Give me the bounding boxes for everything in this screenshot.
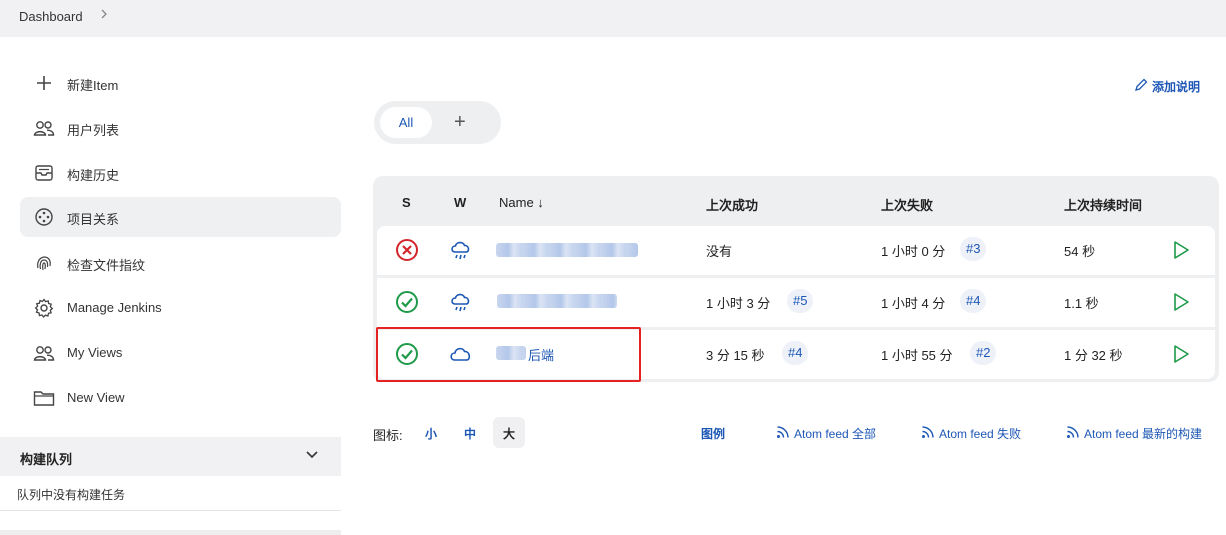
build-queue-empty-text: 队列中没有构建任务 <box>17 488 126 502</box>
sidebar-item-label: My Views <box>67 345 123 360</box>
last-failure-time: 1 小时 55 分 <box>881 348 953 363</box>
tab-all[interactable]: All <box>380 107 432 138</box>
gear-icon <box>32 297 56 319</box>
last-success-build-link[interactable]: #4 <box>782 341 809 365</box>
last-failure-build-link[interactable]: #3 <box>960 237 987 261</box>
last-success-time: 没有 <box>706 244 733 259</box>
icon-size-small[interactable]: 小 <box>425 425 437 442</box>
sidebar-next-section <box>0 530 341 535</box>
rss-icon <box>776 425 790 442</box>
failed-status-icon <box>395 238 419 265</box>
add-description-label: 添加说明 <box>1152 80 1201 94</box>
inbox-icon <box>32 162 56 184</box>
sidebar-item-manage-jenkins[interactable]: Manage Jenkins <box>20 288 341 328</box>
highlight-box <box>376 327 641 382</box>
fingerprint-icon <box>32 252 56 274</box>
rain-cloud-icon <box>448 289 474 318</box>
last-failure-build-link[interactable]: #4 <box>960 289 987 313</box>
atom-feed-latest-label: Atom feed 最新的构建 <box>1084 427 1203 441</box>
sidebar-item-label: Manage Jenkins <box>67 300 162 315</box>
project-relationship-icon <box>32 206 56 228</box>
column-header-last-duration[interactable]: 上次持续时间 <box>1064 195 1142 214</box>
last-failure-time: 1 小时 4 分 <box>881 296 946 311</box>
sidebar-item-label: 构建历史 <box>67 168 120 183</box>
redacted-job-name[interactable] <box>496 243 638 257</box>
last-success-build-link[interactable]: #5 <box>787 289 814 313</box>
sidebar-item-project-relationship[interactable]: 项目关系 <box>20 197 341 237</box>
breadcrumb: Dashboard <box>0 0 1226 37</box>
plus-icon <box>32 72 56 94</box>
users-icon <box>32 342 56 364</box>
sidebar-item-label: New View <box>67 390 125 405</box>
add-description-link[interactable]: 添加说明 <box>1134 78 1200 95</box>
chevron-right-icon[interactable] <box>99 7 109 25</box>
build-now-play-icon[interactable] <box>1172 292 1190 315</box>
success-status-icon <box>395 290 419 317</box>
pencil-icon <box>1134 78 1148 95</box>
column-header-last-failure[interactable]: 上次失败 <box>881 195 933 214</box>
last-success-time: 3 分 15 秒 <box>706 348 765 363</box>
legend-link[interactable]: 图例 <box>701 425 725 442</box>
sidebar-item-my-views[interactable]: My Views <box>20 333 341 373</box>
column-header-status[interactable]: S <box>402 195 411 210</box>
icon-size-large[interactable]: 大 <box>503 425 515 442</box>
atom-feed-failed-link[interactable]: Atom feed 失败 <box>921 425 1021 442</box>
last-success-time: 1 小时 3 分 <box>706 296 771 311</box>
column-header-weather[interactable]: W <box>454 195 466 210</box>
last-failure-time: 1 小时 0 分 <box>881 244 946 259</box>
build-now-play-icon[interactable] <box>1172 344 1190 367</box>
last-duration: 54 秒 <box>1064 244 1096 259</box>
build-queue-body: 队列中没有构建任务 <box>0 476 341 511</box>
breadcrumb-dashboard[interactable]: Dashboard <box>19 9 83 24</box>
sidebar-item-build-history[interactable]: 构建历史 <box>20 153 341 193</box>
rss-icon <box>921 425 935 442</box>
redacted-job-name[interactable] <box>497 294 617 308</box>
atom-feed-all-link[interactable]: Atom feed 全部 <box>776 425 876 442</box>
column-header-last-success[interactable]: 上次成功 <box>706 195 758 214</box>
sidebar-item-label: 检查文件指纹 <box>67 258 146 273</box>
last-duration: 1 分 32 秒 <box>1064 348 1123 363</box>
rain-cloud-icon <box>448 237 474 266</box>
add-view-tab[interactable]: + <box>454 109 466 135</box>
build-now-play-icon[interactable] <box>1172 240 1190 263</box>
users-icon <box>32 117 56 139</box>
icon-size-medium[interactable]: 中 <box>464 425 476 442</box>
sidebar-item-new-view[interactable]: New View <box>20 378 341 418</box>
table-row: 1 小时 3 分 #5 1 小时 4 分 #4 1.1 秒 <box>377 278 1215 327</box>
sidebar-item-users[interactable]: 用户列表 <box>20 108 341 148</box>
atom-feed-all-label: Atom feed 全部 <box>794 427 877 441</box>
sidebar-item-new-item[interactable]: 新建Item <box>20 63 341 103</box>
chevron-down-icon[interactable] <box>305 447 319 464</box>
sidebar-item-fingerprint[interactable]: 检查文件指纹 <box>20 243 341 283</box>
build-queue-title: 构建队列 <box>20 452 73 467</box>
sidebar-item-label: 项目关系 <box>67 212 120 227</box>
last-failure-build-link[interactable]: #2 <box>970 341 997 365</box>
icon-size-label: 图标: <box>373 428 403 443</box>
build-queue-header[interactable]: 构建队列 <box>0 437 341 476</box>
atom-feed-latest-link[interactable]: Atom feed 最新的构建 <box>1066 425 1202 442</box>
column-header-name[interactable]: Name ↓ <box>499 195 544 210</box>
sidebar-item-label: 新建Item <box>67 78 119 93</box>
rss-icon <box>1066 425 1080 442</box>
folder-icon <box>32 387 56 409</box>
view-tabs: All + <box>374 101 501 144</box>
sidebar-item-label: 用户列表 <box>67 123 120 138</box>
last-duration: 1.1 秒 <box>1064 296 1099 311</box>
table-row: 没有 1 小时 0 分 #3 54 秒 <box>377 226 1215 275</box>
atom-feed-failed-label: Atom feed 失败 <box>939 427 1022 441</box>
